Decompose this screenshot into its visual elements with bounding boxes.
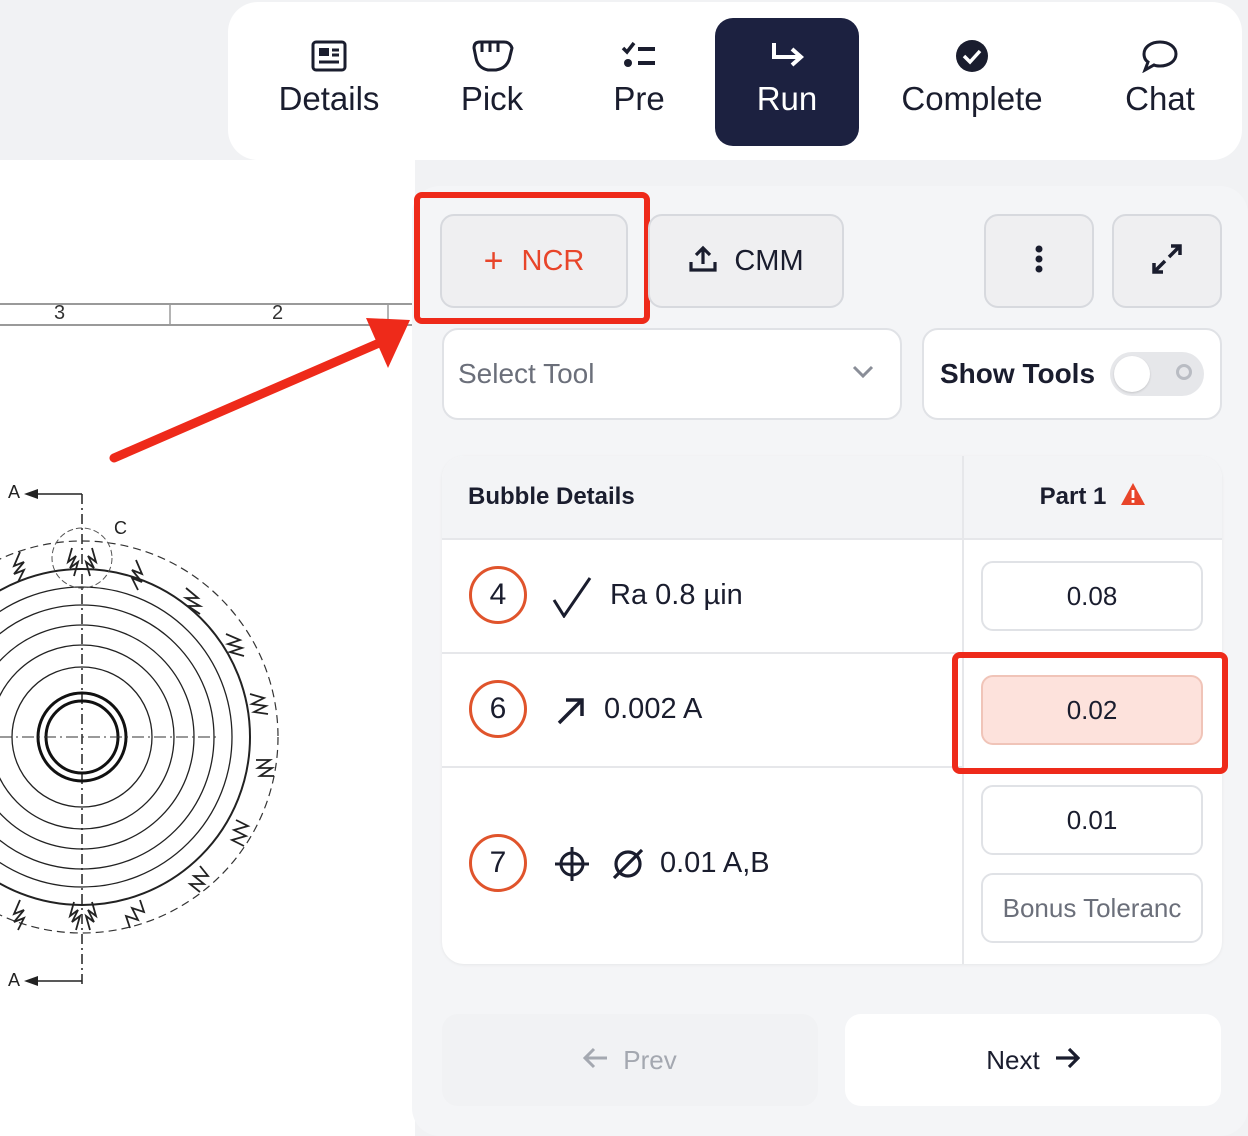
add-ncr-button[interactable]: + NCR: [440, 214, 628, 308]
chevron-down-icon: [852, 365, 874, 384]
measurement-input[interactable]: 0.01: [981, 785, 1203, 855]
bonus-tolerance-input[interactable]: Bonus Toleranc: [981, 873, 1203, 943]
tab-details[interactable]: Details: [262, 18, 396, 146]
ruler-label-3: 3: [54, 302, 66, 324]
bubble-number[interactable]: 6: [469, 680, 527, 738]
tab-chat[interactable]: Chat: [1110, 18, 1210, 146]
row-spec: 0.002 A: [604, 693, 703, 725]
warning-icon: [1120, 482, 1146, 513]
next-label: Next: [986, 1044, 1040, 1075]
more-options-button[interactable]: [984, 214, 1094, 308]
toggle-knob: [1114, 356, 1150, 392]
tab-pick-label: Pick: [460, 80, 524, 117]
arrow-turn-right-icon: [768, 38, 806, 74]
tab-details-label: Details: [278, 80, 380, 117]
header-part-label: Part 1: [1039, 483, 1107, 510]
surface-finish-icon: [552, 576, 592, 623]
step-navigation: Details Pick Pre Run Complete Chat: [228, 2, 1242, 160]
chat-bubble-icon: [1141, 38, 1179, 74]
show-tools-label: Show Tools: [940, 358, 1096, 389]
arrow-right-icon: [1054, 1045, 1080, 1076]
tool-select-placeholder: Select Tool: [458, 358, 595, 389]
prev-button[interactable]: Prev: [442, 1014, 818, 1106]
detail-label: C: [114, 518, 127, 538]
runout-arrow-icon: [556, 696, 586, 731]
measurement-input[interactable]: 0.08: [981, 561, 1203, 631]
section-label-top: A: [8, 482, 21, 502]
arrow-left-icon: [583, 1045, 609, 1076]
details-card-icon: [311, 38, 347, 74]
next-button[interactable]: Next: [845, 1014, 1221, 1106]
check-circle-icon: [955, 38, 989, 74]
position-icon: [554, 846, 590, 887]
row-spec: Ra 0.8 µin: [610, 579, 743, 611]
header-bubble-details: Bubble Details: [468, 483, 635, 510]
diameter-icon: [610, 846, 646, 887]
tab-run[interactable]: Run: [715, 18, 859, 146]
more-vertical-icon: [1034, 245, 1044, 278]
checklist-icon: [621, 38, 657, 74]
tab-chat-label: Chat: [1125, 80, 1195, 117]
header-part: Part 1: [964, 456, 1222, 538]
upload-icon: [688, 244, 718, 279]
plus-icon: +: [483, 242, 504, 280]
bubble-number[interactable]: 7: [469, 834, 527, 892]
tab-complete[interactable]: Complete: [892, 18, 1052, 146]
column-divider: [962, 456, 964, 964]
tab-complete-label: Complete: [901, 80, 1043, 117]
tab-run-label: Run: [756, 80, 818, 117]
show-tools-control: Show Tools: [922, 328, 1222, 420]
table-header: Bubble Details Part 1: [442, 456, 1222, 540]
engineering-drawing[interactable]: 3 2 A A C: [0, 160, 415, 1136]
section-label-bottom: A: [8, 970, 21, 990]
tab-pre[interactable]: Pre: [590, 18, 688, 146]
show-tools-toggle[interactable]: [1110, 352, 1204, 396]
hand-grab-icon: [468, 38, 516, 74]
prev-label: Prev: [623, 1044, 677, 1075]
row-spec: 0.01 A,B: [660, 847, 770, 879]
expand-button[interactable]: [1112, 214, 1222, 308]
cmm-label: CMM: [734, 244, 804, 277]
row-divider: [442, 652, 962, 654]
expand-icon: [1152, 243, 1182, 279]
cmm-upload-button[interactable]: CMM: [648, 214, 844, 308]
toggle-off-icon: [1176, 364, 1192, 380]
tab-pre-label: Pre: [613, 80, 665, 117]
tool-select[interactable]: Select Tool: [442, 328, 902, 420]
bubble-number[interactable]: 4: [469, 566, 527, 624]
bubble-details-table: Bubble Details Part 1 4 Ra 0.8 µin 0.08 …: [442, 456, 1222, 964]
ruler-label-2: 2: [272, 302, 284, 324]
tab-pick[interactable]: Pick: [440, 18, 544, 146]
row-divider: [442, 766, 962, 768]
ncr-label: NCR: [521, 244, 585, 277]
measurement-input-flagged[interactable]: 0.02: [981, 675, 1203, 745]
